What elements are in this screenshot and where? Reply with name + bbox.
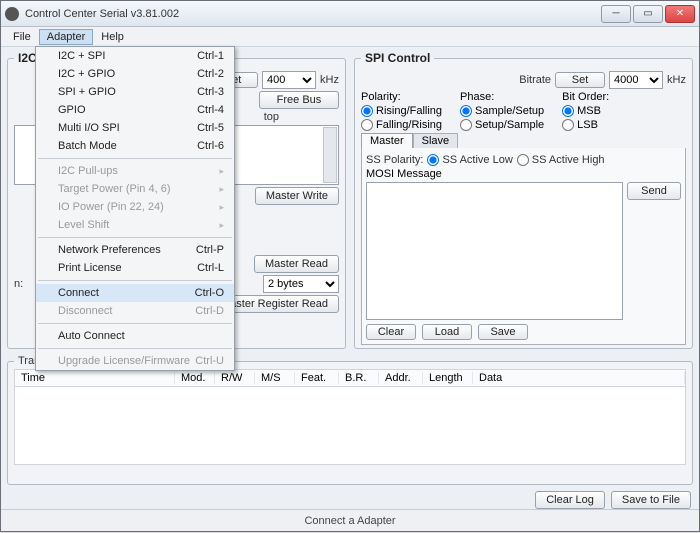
- spi-polarity-label: Polarity:: [361, 91, 442, 103]
- minimize-button[interactable]: ─: [601, 5, 631, 23]
- i2c-khz-label: kHz: [320, 74, 339, 86]
- spi-bitrate-select[interactable]: 4000: [609, 71, 663, 89]
- menu-print-license[interactable]: Print LicenseCtrl-L: [36, 259, 234, 277]
- menu-multi-io-spi[interactable]: Multi I/O SPICtrl-5: [36, 119, 234, 137]
- app-icon: [5, 7, 19, 21]
- close-button[interactable]: ✕: [665, 5, 695, 23]
- window-title: Control Center Serial v3.81.002: [25, 8, 601, 20]
- phase-setup-sample[interactable]: Setup/Sample: [460, 119, 544, 131]
- menu-target-power: Target Power (Pin 4, 6): [36, 180, 234, 198]
- spi-phase-label: Phase:: [460, 91, 544, 103]
- bitorder-lsb[interactable]: LSB: [562, 119, 609, 131]
- menu-i2c-gpio[interactable]: I2C + GPIOCtrl-2: [36, 65, 234, 83]
- menu-connect[interactable]: ConnectCtrl-O: [36, 284, 234, 302]
- col-feat[interactable]: Feat.: [295, 372, 339, 384]
- free-bus-button[interactable]: Free Bus: [259, 91, 339, 109]
- bitorder-msb[interactable]: MSB: [562, 105, 609, 117]
- status-bar: Connect a Adapter: [1, 509, 699, 531]
- menu-io-power: IO Power (Pin 22, 24): [36, 198, 234, 216]
- titlebar[interactable]: Control Center Serial v3.81.002 ─ ▭ ✕: [1, 1, 699, 27]
- status-text: Connect a Adapter: [304, 515, 395, 527]
- transaction-log-panel: Transaction Log Time Mod. R/W M/S Feat. …: [7, 355, 693, 485]
- polarity-rising-falling[interactable]: Rising/Falling: [361, 105, 442, 117]
- i2c-top-label: top: [264, 111, 279, 123]
- menu-level-shift: Level Shift: [36, 216, 234, 234]
- menu-i2c-spi[interactable]: I2C + SPICtrl-1: [36, 47, 234, 65]
- master-write-button[interactable]: Master Write: [255, 187, 339, 205]
- menu-disconnect: DisconnectCtrl-D: [36, 302, 234, 320]
- menu-upgrade-firmware: Upgrade License/FirmwareCtrl-U: [36, 352, 234, 370]
- translog-header: Time Mod. R/W M/S Feat. B.R. Addr. Lengt…: [14, 369, 686, 387]
- spi-load-button[interactable]: Load: [422, 324, 472, 340]
- menu-i2c-pullups: I2C Pull-ups: [36, 162, 234, 180]
- spi-send-button[interactable]: Send: [627, 182, 681, 200]
- col-rw[interactable]: R/W: [215, 372, 255, 384]
- i2c-bitrate-select[interactable]: 400: [262, 71, 316, 89]
- polarity-falling-rising[interactable]: Falling/Rising: [361, 119, 442, 131]
- col-data[interactable]: Data: [473, 372, 685, 384]
- spi-clear-button[interactable]: Clear: [366, 324, 416, 340]
- spi-bitorder-label: Bit Order:: [562, 91, 609, 103]
- ss-active-low[interactable]: SS Active Low: [427, 154, 512, 166]
- spi-tab-slave[interactable]: Slave: [413, 133, 459, 148]
- menu-help[interactable]: Help: [93, 29, 132, 45]
- col-br[interactable]: B.R.: [339, 372, 379, 384]
- col-time[interactable]: Time: [15, 372, 175, 384]
- menu-spi-gpio[interactable]: SPI + GPIOCtrl-3: [36, 83, 234, 101]
- ss-active-high[interactable]: SS Active High: [517, 154, 605, 166]
- menu-network-preferences[interactable]: Network PreferencesCtrl-P: [36, 241, 234, 259]
- spi-save-button[interactable]: Save: [478, 324, 528, 340]
- phase-sample-setup[interactable]: Sample/Setup: [460, 105, 544, 117]
- mosi-label: MOSI Message: [366, 168, 681, 180]
- ss-polarity-label: SS Polarity:: [366, 154, 423, 166]
- translog-body[interactable]: [14, 387, 686, 465]
- menu-adapter[interactable]: Adapter: [39, 29, 94, 45]
- mosi-textarea[interactable]: [366, 182, 623, 320]
- col-addr[interactable]: Addr.: [379, 372, 423, 384]
- app-window: Control Center Serial v3.81.002 ─ ▭ ✕ Fi…: [0, 0, 700, 532]
- spi-tab-master[interactable]: Master: [361, 133, 413, 148]
- col-ms[interactable]: M/S: [255, 372, 295, 384]
- i2c-width-select[interactable]: 2 bytes: [263, 275, 339, 293]
- menu-auto-connect[interactable]: Auto Connect: [36, 327, 234, 345]
- col-mod[interactable]: Mod.: [175, 372, 215, 384]
- spi-legend: SPI Control: [361, 51, 434, 65]
- i2c-scrollbar[interactable]: [323, 127, 337, 183]
- clear-log-button[interactable]: Clear Log: [535, 491, 605, 509]
- maximize-button[interactable]: ▭: [633, 5, 663, 23]
- menu-file[interactable]: File: [5, 29, 39, 45]
- spi-khz-label: kHz: [667, 74, 686, 86]
- spi-bitrate-label: Bitrate: [519, 74, 551, 86]
- spi-panel: SPI Control Bitrate Set 4000 kHz Polarit…: [354, 51, 693, 349]
- menu-batch-mode[interactable]: Batch ModeCtrl-6: [36, 137, 234, 155]
- spi-set-button[interactable]: Set: [555, 72, 605, 88]
- menubar: File Adapter Help: [1, 27, 699, 47]
- adapter-dropdown: I2C + SPICtrl-1 I2C + GPIOCtrl-2 SPI + G…: [35, 46, 235, 371]
- save-to-file-button[interactable]: Save to File: [611, 491, 691, 509]
- master-read-button[interactable]: Master Read: [254, 255, 339, 273]
- col-length[interactable]: Length: [423, 372, 473, 384]
- menu-gpio[interactable]: GPIOCtrl-4: [36, 101, 234, 119]
